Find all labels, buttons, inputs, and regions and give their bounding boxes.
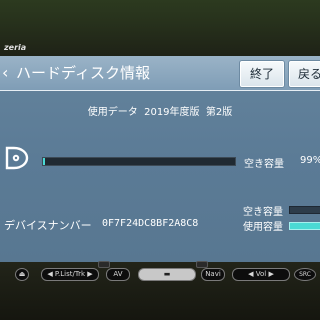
volume-button[interactable]: ◀ Vol ▶ [232,268,290,281]
source-button[interactable]: SRC [294,268,316,281]
end-button[interactable]: 終了 [240,61,284,87]
eject-button[interactable]: ⏏ [15,268,29,281]
page-title: ハードディスク情報 [16,64,150,82]
brand-logo: zeria [4,43,27,52]
av-button[interactable]: AV [106,268,130,281]
hard-disk-icon [5,146,29,170]
device-bezel-top: zeria [0,0,320,58]
disk-usage-fill [43,158,45,165]
back-arrow-icon[interactable]: ‹ [2,64,12,82]
navi-button[interactable]: Navi [201,268,225,281]
usage-data-version: 使用データ 2019年度版 第2版 [87,107,233,118]
small-hw-button[interactable] [196,261,208,268]
disk-usage-bar [42,157,236,166]
device-number-value: 0F7F24DC8BF2A8C8 [102,218,199,229]
title-bar: ‹ ハードディスク情報 終了 戻る [0,56,320,91]
plist-track-button[interactable]: ◀ P.List/Trk ▶ [41,268,99,281]
car-position-button[interactable]: ▬ [138,268,196,281]
back-button[interactable]: 戻る [289,61,320,87]
free-space-label: 空き容量 [244,159,284,170]
legend-used-swatch [289,222,320,230]
legend-used-label: 使用容量 [243,222,283,233]
legend-free-label: 空き容量 [243,207,283,218]
legend-free-swatch [289,206,320,214]
small-hw-button[interactable] [98,261,110,268]
device-number-label: デバイスナンバー [4,219,92,232]
free-space-percent: 99% [300,155,320,166]
display-screen: ‹ ハードディスク情報 終了 戻る 使用データ 2019年度版 第2版 空き容量… [0,56,320,262]
